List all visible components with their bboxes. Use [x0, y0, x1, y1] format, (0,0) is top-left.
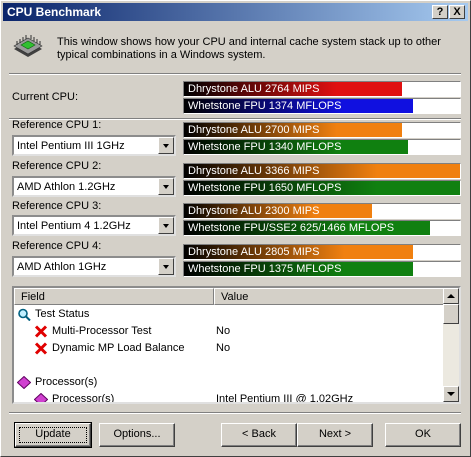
row-field: Processor(s) — [52, 393, 115, 404]
row-field: Multi-Processor Test — [52, 325, 152, 337]
reference-3-label: Reference CPU 3: — [12, 200, 102, 212]
scroll-up-button[interactable] — [443, 288, 459, 304]
reference-3-fpu-bar: Whetstone FPU/SSE2 625/1466 MFLOPS — [183, 220, 461, 236]
diamond-icon — [17, 376, 31, 389]
ok-button-label: OK — [415, 428, 431, 440]
reference-4-select[interactable]: AMD Athlon 1GHz — [12, 256, 176, 277]
reference-2-label: Reference CPU 2: — [12, 160, 102, 172]
row-value: No — [216, 325, 231, 337]
scroll-thumb[interactable] — [443, 304, 459, 324]
red-x-icon — [34, 342, 48, 355]
vertical-scrollbar[interactable] — [443, 288, 459, 402]
back-button-label: < Back — [242, 428, 276, 440]
reference-3-fpu-text: Whetstone FPU/SSE2 625/1466 MFLOPS — [188, 222, 395, 234]
reference-4-fpu-bar: Whetstone FPU 1375 MFLOPS — [183, 261, 461, 277]
row-value: No — [216, 342, 231, 354]
cpu-chip-icon — [13, 35, 43, 57]
next-button-label: Next > — [318, 428, 352, 440]
list-item[interactable]: Processor(s) — [14, 374, 443, 391]
reference-2-alu-text: Dhrystone ALU 3366 MIPS — [188, 165, 320, 177]
info-listview[interactable]: Field Value Test Status Multi-Processor … — [12, 286, 461, 404]
reference-4-alu-text: Dhrystone ALU 2805 MIPS — [188, 246, 320, 258]
focus-rectangle — [19, 427, 87, 443]
diamond-icon — [34, 393, 48, 402]
intro-text: This window shows how your CPU and inter… — [57, 36, 441, 61]
list-item[interactable]: Processor(s) Intel Pentium III @ 1.02GHz — [14, 391, 443, 404]
list-item[interactable]: Multi-Processor Test No — [14, 323, 443, 340]
reference-3-selected: Intel Pentium 4 1.2GHz — [17, 220, 131, 232]
row-field: Dynamic MP Load Balance — [52, 342, 185, 354]
reference-2-alu-bar: Dhrystone ALU 3366 MIPS — [183, 163, 461, 179]
chevron-down-icon[interactable] — [158, 178, 174, 195]
close-button[interactable]: X — [449, 5, 465, 19]
reference-2-select[interactable]: AMD Athlon 1.2GHz — [12, 176, 176, 197]
window-title: CPU Benchmark — [7, 5, 102, 19]
reference-1-select[interactable]: Intel Pentium III 1GHz — [12, 135, 176, 156]
row-field: Processor(s) — [35, 376, 98, 388]
ok-button[interactable]: OK — [385, 423, 461, 447]
reference-3-alu-text: Dhrystone ALU 2300 MIPS — [188, 205, 320, 217]
column-field-label: Field — [21, 291, 45, 303]
current-fpu-bar: Whetstone FPU 1374 MFLOPS — [183, 98, 461, 114]
chevron-down-icon[interactable] — [158, 217, 174, 234]
list-item[interactable]: Dynamic MP Load Balance No — [14, 340, 443, 357]
reference-4-label: Reference CPU 4: — [12, 240, 102, 252]
reference-2-fpu-bar: Whetstone FPU 1650 MFLOPS — [183, 180, 461, 196]
reference-1-selected: Intel Pentium III 1GHz — [17, 140, 125, 152]
reference-1-label: Reference CPU 1: — [12, 119, 102, 131]
reference-1-fpu-bar: Whetstone FPU 1340 MFLOPS — [183, 139, 461, 155]
top-separator — [9, 73, 461, 75]
reference-4-selected: AMD Athlon 1GHz — [17, 261, 107, 273]
title-bar[interactable]: CPU Benchmark ? X — [3, 3, 468, 21]
current-alu-text: Dhrystone ALU 2764 MIPS — [188, 83, 320, 95]
column-header-field[interactable]: Field — [14, 288, 214, 305]
row-field: Test Status — [35, 308, 90, 320]
scroll-down-button[interactable] — [443, 386, 459, 402]
update-button[interactable]: Update — [14, 422, 92, 448]
reference-1-alu-text: Dhrystone ALU 2700 MIPS — [188, 124, 320, 136]
next-button[interactable]: Next > — [297, 423, 373, 447]
reference-3-alu-bar: Dhrystone ALU 2300 MIPS — [183, 203, 461, 219]
cpu-benchmark-window: CPU Benchmark ? X This window shows how … — [0, 0, 471, 457]
row-value: Intel Pentium III @ 1.02GHz — [216, 393, 354, 404]
current-fpu-text: Whetstone FPU 1374 MFLOPS — [188, 100, 342, 112]
help-button[interactable]: ? — [432, 5, 448, 19]
red-x-icon — [34, 325, 48, 338]
options-button-label: Options... — [113, 428, 161, 440]
chevron-down-icon[interactable] — [158, 258, 174, 275]
current-alu-bar: Dhrystone ALU 2764 MIPS — [183, 81, 461, 97]
chevron-down-icon[interactable] — [158, 137, 174, 154]
reference-1-alu-bar: Dhrystone ALU 2700 MIPS — [183, 122, 461, 138]
reference-2-selected: AMD Athlon 1.2GHz — [17, 181, 116, 193]
column-value-label: Value — [221, 291, 249, 303]
arrow-up-icon — [447, 294, 455, 298]
reference-1-fpu-text: Whetstone FPU 1340 MFLOPS — [188, 141, 342, 153]
bottom-separator — [9, 412, 461, 414]
arrow-down-icon — [447, 392, 455, 396]
reference-4-alu-bar: Dhrystone ALU 2805 MIPS — [183, 244, 461, 260]
list-item[interactable]: Test Status — [14, 306, 443, 323]
reference-2-fpu-text: Whetstone FPU 1650 MFLOPS — [188, 182, 342, 194]
options-button[interactable]: Options... — [99, 423, 175, 447]
reference-4-fpu-text: Whetstone FPU 1375 MFLOPS — [188, 263, 342, 275]
reference-3-select[interactable]: Intel Pentium 4 1.2GHz — [12, 215, 176, 236]
back-button[interactable]: < Back — [221, 423, 297, 447]
magnifier-icon — [18, 308, 31, 321]
column-header-value[interactable]: Value — [214, 288, 447, 305]
current-cpu-label: Current CPU: — [12, 91, 79, 103]
